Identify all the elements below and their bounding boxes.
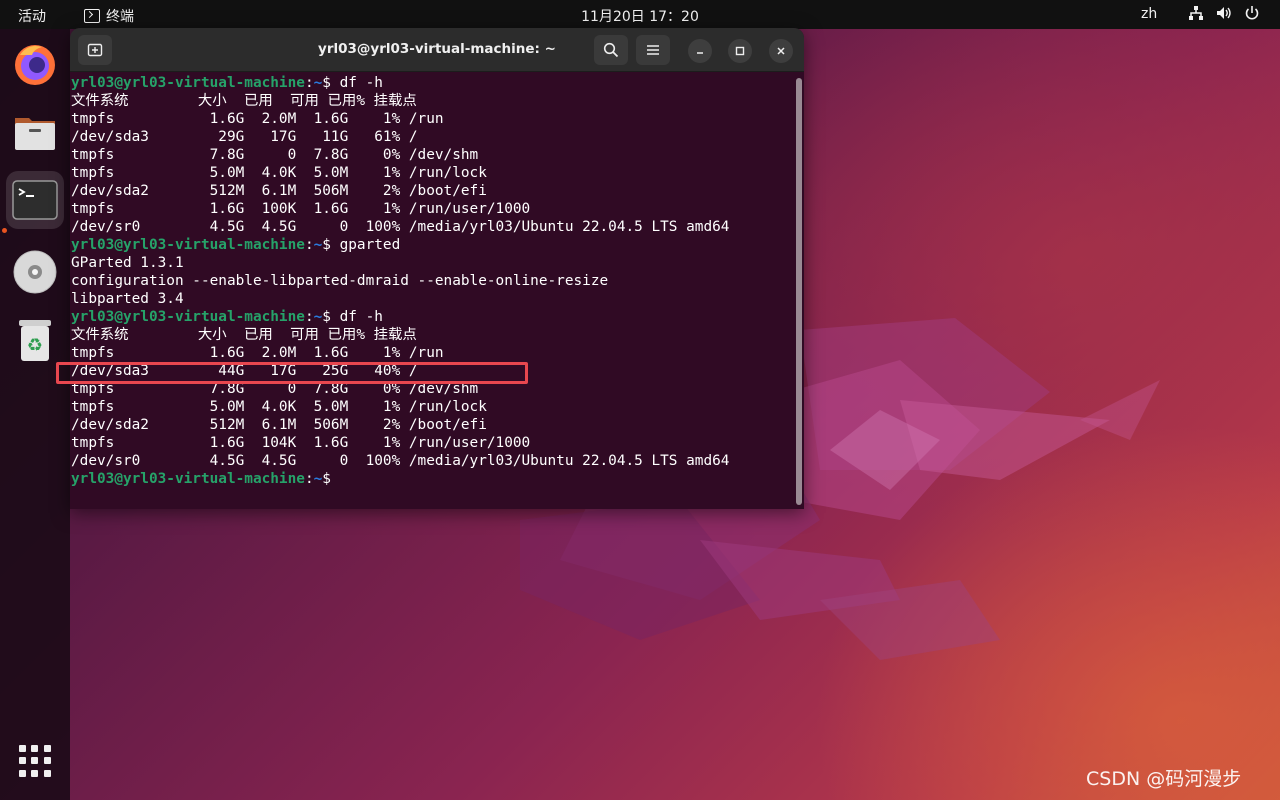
search-icon xyxy=(603,42,619,58)
terminal-output-line: 文件系统 大小 已用 可用 已用% 挂载点 xyxy=(71,327,417,343)
terminal-output-line: /dev/sr0 4.5G 4.5G 0 100% /media/yrl03/U… xyxy=(71,219,730,235)
power-icon[interactable] xyxy=(1244,5,1260,21)
dock: ♻ xyxy=(0,29,70,800)
volume-icon[interactable] xyxy=(1216,5,1232,21)
highlight-annotation xyxy=(56,362,528,384)
terminal-output-line: /dev/sda2 512M 6.1M 506M 2% /boot/efi xyxy=(71,417,487,433)
network-icon[interactable] xyxy=(1188,5,1204,21)
terminal-output-line: /dev/sda3 29G 17G 11G 61% / xyxy=(71,129,418,145)
terminal-output-line: libparted 3.4 xyxy=(71,291,184,307)
terminal-output-line: tmpfs 1.6G 100K 1.6G 1% /run/user/1000 xyxy=(71,201,531,217)
files-icon xyxy=(15,118,55,150)
terminal-output-line: tmpfs 5.0M 4.0K 5.0M 1% /run/lock xyxy=(71,165,487,181)
terminal-scrollbar[interactable] xyxy=(793,74,804,509)
minimize-icon xyxy=(697,52,703,54)
trash-icon: ♻ xyxy=(19,320,51,361)
prompt-path: ~ xyxy=(313,471,323,487)
system-tray[interactable] xyxy=(1188,5,1260,21)
terminal-output-line: tmpfs 7.8G 0 7.8G 0% /dev/shm xyxy=(71,147,479,163)
firefox-icon xyxy=(15,45,55,85)
close-button[interactable] xyxy=(769,39,793,63)
prompt-user: yrl03@yrl03-virtual-machine xyxy=(71,75,305,91)
svg-text:♻: ♻ xyxy=(27,335,43,356)
watermark: CSDN @码河漫步 xyxy=(1086,768,1242,790)
dock-item-files[interactable] xyxy=(6,103,64,161)
maximize-button[interactable] xyxy=(728,39,752,63)
dock-item-terminal[interactable] xyxy=(6,171,64,229)
search-button[interactable] xyxy=(594,35,628,65)
activities-button[interactable]: 活动 xyxy=(18,6,46,26)
terminal-window[interactable]: yrl03@yrl03-virtual-machine: ~ yrl03@yrl… xyxy=(70,28,804,509)
menu-button[interactable] xyxy=(636,35,670,65)
clock[interactable]: 11月20日 17：20 xyxy=(581,9,699,25)
prompt-path: ~ xyxy=(313,75,323,91)
terminal-output-line: tmpfs 5.0M 4.0K 5.0M 1% /run/lock xyxy=(71,399,487,415)
terminal-output-line: /dev/sda2 512M 6.1M 506M 2% /boot/efi xyxy=(71,183,487,199)
command-text: $ xyxy=(322,471,331,487)
terminal-icon xyxy=(12,180,58,220)
prompt-user: yrl03@yrl03-virtual-machine xyxy=(71,309,305,325)
prompt-user: yrl03@yrl03-virtual-machine xyxy=(71,237,305,253)
command-text: $ df -h xyxy=(322,75,383,91)
new-tab-icon xyxy=(87,43,103,57)
terminal-output-line: GParted 1.3.1 xyxy=(71,255,184,271)
terminal-output-line: configuration --enable-libparted-dmraid … xyxy=(71,273,609,289)
running-indicator xyxy=(2,228,7,233)
dock-item-disc[interactable] xyxy=(6,243,64,301)
dock-item-firefox[interactable] xyxy=(6,35,64,93)
dock-item-trash[interactable]: ♻ xyxy=(6,311,64,369)
terminal-app-icon xyxy=(84,9,100,23)
terminal-output-line: tmpfs 1.6G 2.0M 1.6G 1% /run xyxy=(71,111,444,127)
command-text: $ gparted xyxy=(322,237,401,253)
input-language-indicator[interactable]: zh xyxy=(1141,6,1157,22)
minimize-button[interactable] xyxy=(688,39,712,63)
show-applications-icon[interactable] xyxy=(19,745,51,777)
terminal-prompt-line: yrl03@yrl03-virtual-machine:~$ df -h xyxy=(71,309,383,325)
prompt-path: ~ xyxy=(313,309,323,325)
maximize-icon xyxy=(735,46,745,56)
close-icon xyxy=(777,47,785,55)
disc-icon xyxy=(13,250,57,294)
hamburger-icon xyxy=(647,45,659,55)
prompt-user: yrl03@yrl03-virtual-machine xyxy=(71,471,305,487)
new-tab-button[interactable] xyxy=(78,35,112,65)
terminal-output-line: 文件系统 大小 已用 可用 已用% 挂载点 xyxy=(71,93,417,109)
app-menu-label: 终端 xyxy=(106,9,134,25)
terminal-output[interactable]: yrl03@yrl03-virtual-machine:~$ df -h 文件系统… xyxy=(70,74,792,509)
terminal-output-line: /dev/sr0 4.5G 4.5G 0 100% /media/yrl03/U… xyxy=(71,453,730,469)
terminal-output-line: tmpfs 1.6G 104K 1.6G 1% /run/user/1000 xyxy=(71,435,531,451)
terminal-output-line: tmpfs 1.6G 2.0M 1.6G 1% /run xyxy=(71,345,444,361)
prompt-path: ~ xyxy=(313,237,323,253)
window-title: yrl03@yrl03-virtual-machine: ~ xyxy=(318,41,556,57)
terminal-prompt-line: yrl03@yrl03-virtual-machine:~$ gparted xyxy=(71,237,401,253)
top-bar: 活动 终端 11月20日 17：20 zh xyxy=(0,0,1280,29)
scrollbar-thumb[interactable] xyxy=(796,78,802,505)
terminal-prompt-line: yrl03@yrl03-virtual-machine:~$ df -h xyxy=(71,75,383,91)
app-menu[interactable]: 终端 xyxy=(84,6,134,26)
command-text: $ df -h xyxy=(322,309,383,325)
terminal-prompt-line: yrl03@yrl03-virtual-machine:~$ xyxy=(71,471,331,487)
terminal-headerbar[interactable]: yrl03@yrl03-virtual-machine: ~ xyxy=(70,28,804,72)
